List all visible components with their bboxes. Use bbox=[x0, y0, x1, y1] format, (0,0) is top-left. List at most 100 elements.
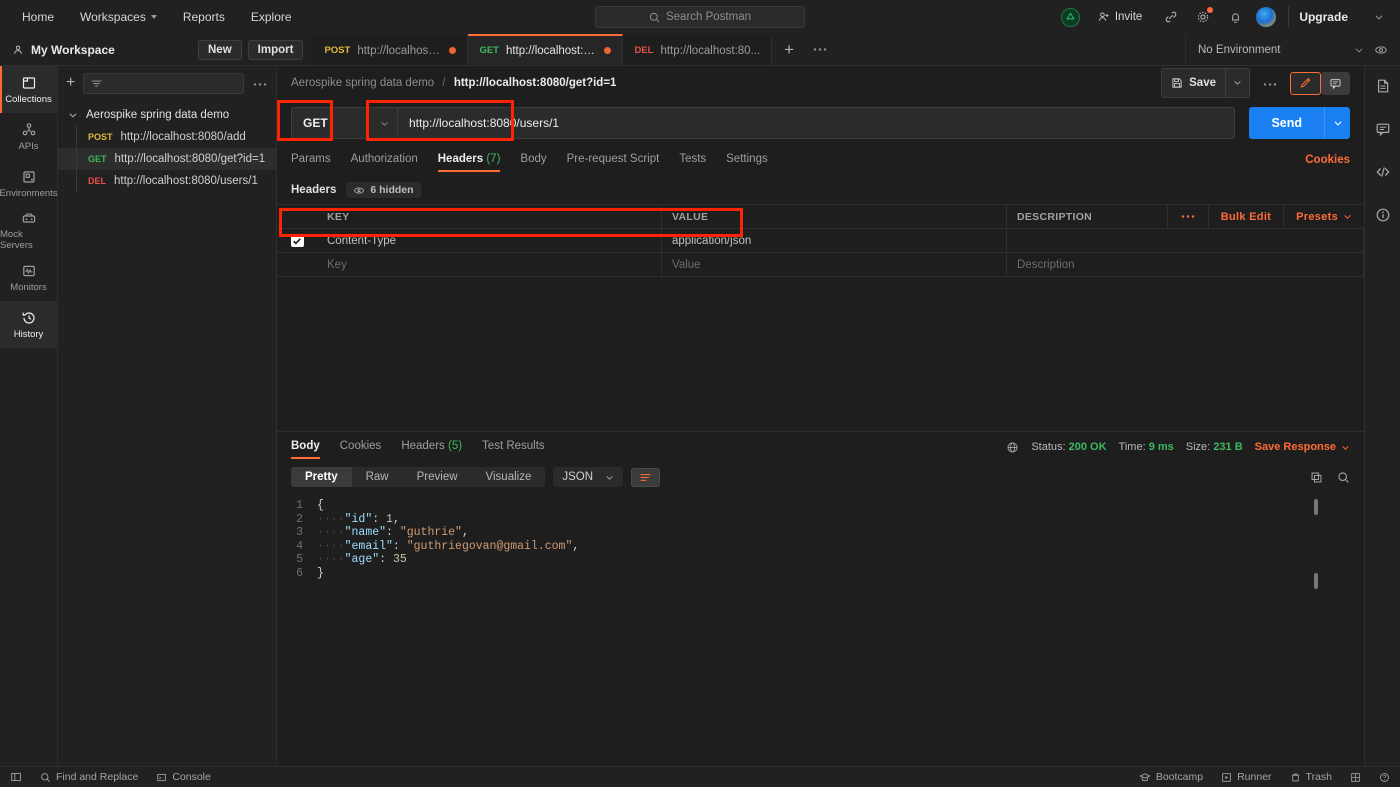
view-mode-pretty[interactable]: Pretty bbox=[291, 467, 352, 487]
info-icon[interactable] bbox=[1375, 207, 1391, 228]
sidebar-toggle-button[interactable] bbox=[10, 771, 22, 783]
cookies-link[interactable]: Cookies bbox=[1305, 154, 1350, 166]
save-response-button[interactable]: Save Response bbox=[1255, 441, 1350, 453]
sidebar-request-post[interactable]: POST http://localhost:8080/add bbox=[58, 126, 276, 148]
sync-icon[interactable] bbox=[1060, 7, 1080, 27]
request-tab-get[interactable]: GET http://localhost:80... bbox=[468, 34, 624, 65]
save-dropdown-button[interactable] bbox=[1226, 68, 1250, 98]
nav-item-explore[interactable]: Explore bbox=[239, 5, 304, 29]
row-description[interactable] bbox=[1007, 229, 1364, 252]
layout-toggle-button[interactable] bbox=[1350, 772, 1361, 783]
response-tab-cookies[interactable]: Cookies bbox=[340, 435, 382, 459]
row-value-placeholder[interactable]: Value bbox=[662, 253, 1007, 276]
row-description-placeholder[interactable]: Description bbox=[1007, 253, 1364, 276]
nav-item-workspaces[interactable]: Workspaces bbox=[68, 5, 169, 29]
edit-mode-button[interactable] bbox=[1290, 71, 1321, 95]
environment-selector[interactable]: No Environment bbox=[1185, 34, 1400, 65]
add-collection-button[interactable]: + bbox=[66, 75, 75, 91]
link-icon[interactable] bbox=[1160, 6, 1182, 28]
rail-item-environments[interactable]: Environments bbox=[0, 160, 58, 207]
sidebar-request-del[interactable]: DEL http://localhost:8080/users/1 bbox=[58, 170, 276, 192]
method-selector[interactable]: GET bbox=[291, 107, 371, 139]
row-value[interactable]: application/json bbox=[662, 229, 1007, 252]
eye-icon[interactable] bbox=[1374, 43, 1388, 57]
scrollbar-thumb[interactable] bbox=[1314, 573, 1318, 589]
rail-item-mock-servers[interactable]: Mock Servers bbox=[0, 207, 57, 254]
hidden-headers-toggle[interactable]: 6 hidden bbox=[346, 182, 421, 198]
view-mode-raw[interactable]: Raw bbox=[352, 467, 403, 487]
tab-params[interactable]: Params bbox=[291, 148, 331, 172]
request-tab-del[interactable]: DEL http://localhost:80... bbox=[623, 34, 773, 65]
tab-body[interactable]: Body bbox=[520, 148, 546, 172]
tab-tests[interactable]: Tests bbox=[679, 148, 706, 172]
bell-icon[interactable] bbox=[1224, 6, 1246, 28]
row-key-placeholder[interactable]: Key bbox=[317, 253, 662, 276]
sidebar-filter-input[interactable] bbox=[83, 72, 244, 94]
row-checkbox[interactable] bbox=[277, 229, 317, 252]
runner-button[interactable]: Runner bbox=[1221, 771, 1272, 783]
send-dropdown-button[interactable] bbox=[1324, 107, 1350, 139]
request-tab-post[interactable]: POST http://localhost:8... bbox=[313, 34, 469, 65]
search-icon[interactable] bbox=[1337, 471, 1350, 484]
rail-item-apis[interactable]: APIs bbox=[0, 113, 57, 160]
presets-button[interactable]: Presets bbox=[1283, 205, 1364, 228]
url-input[interactable]: http://localhost:8080/users/1 bbox=[397, 107, 1236, 139]
view-mode-visualize[interactable]: Visualize bbox=[472, 467, 546, 487]
documentation-icon[interactable] bbox=[1375, 78, 1391, 99]
upgrade-button[interactable]: Upgrade bbox=[1288, 6, 1358, 28]
search-input[interactable]: Search Postman bbox=[595, 6, 805, 28]
collection-node[interactable]: Aerospike spring data demo bbox=[58, 104, 276, 126]
invite-button[interactable]: Invite bbox=[1090, 7, 1151, 27]
request-more-icon[interactable] bbox=[1258, 74, 1282, 92]
code-icon[interactable] bbox=[1375, 164, 1391, 185]
save-button[interactable]: Save bbox=[1161, 68, 1226, 98]
unsaved-dot-icon bbox=[604, 47, 612, 54]
bootcamp-button[interactable]: Bootcamp bbox=[1139, 771, 1203, 783]
new-tab-button[interactable]: + bbox=[772, 34, 806, 65]
view-mode-preview[interactable]: Preview bbox=[403, 467, 472, 487]
response-tab-headers[interactable]: Headers (5) bbox=[401, 435, 462, 459]
copy-icon[interactable] bbox=[1310, 471, 1323, 484]
eye-icon bbox=[354, 187, 365, 193]
row-checkbox[interactable] bbox=[277, 253, 317, 276]
rail-item-history[interactable]: History bbox=[0, 301, 57, 348]
table-row-placeholder[interactable]: Key Value Description bbox=[277, 253, 1364, 277]
response-tab-test-results[interactable]: Test Results bbox=[482, 435, 545, 459]
send-button[interactable]: Send bbox=[1249, 107, 1324, 139]
rail-item-collections[interactable]: Collections bbox=[0, 66, 57, 113]
trash-button[interactable]: Trash bbox=[1290, 771, 1332, 783]
nav-item-home[interactable]: Home bbox=[10, 5, 66, 29]
avatar[interactable] bbox=[1256, 7, 1277, 27]
sidebar-request-get[interactable]: GET http://localhost:8080/get?id=1 bbox=[58, 148, 276, 170]
bulk-edit-button[interactable]: Bulk Edit bbox=[1207, 205, 1283, 228]
gear-icon[interactable] bbox=[1192, 6, 1214, 28]
response-body-code[interactable]: 1{2 ····"id": 1, 3 ····"name": "guthrie", 4 ·… bbox=[277, 493, 1364, 589]
method-dropdown-button[interactable] bbox=[371, 107, 397, 139]
breadcrumb-collection[interactable]: Aerospike spring data demo bbox=[291, 77, 434, 89]
row-key[interactable]: Content-Type bbox=[317, 229, 662, 252]
tab-settings[interactable]: Settings bbox=[726, 148, 768, 172]
tab-headers[interactable]: Headers (7) bbox=[437, 148, 500, 172]
table-more-icon[interactable] bbox=[1166, 205, 1208, 228]
tab-options-icon[interactable] bbox=[806, 34, 834, 65]
response-tab-body[interactable]: Body bbox=[291, 435, 320, 459]
console-button[interactable]: Console bbox=[156, 771, 211, 783]
rail-item-monitors[interactable]: Monitors bbox=[0, 254, 57, 301]
nav-item-reports[interactable]: Reports bbox=[171, 5, 237, 29]
find-and-replace-button[interactable]: Find and Replace bbox=[40, 771, 138, 783]
help-button[interactable] bbox=[1379, 772, 1390, 783]
comment-icon[interactable] bbox=[1375, 121, 1391, 142]
chevron-down-icon[interactable] bbox=[1368, 6, 1390, 28]
sidebar-more-icon[interactable] bbox=[252, 74, 268, 92]
import-button[interactable]: Import bbox=[247, 39, 304, 60]
tab-authorization[interactable]: Authorization bbox=[351, 148, 418, 172]
new-button[interactable]: New bbox=[198, 39, 242, 60]
comment-mode-button[interactable] bbox=[1321, 71, 1350, 95]
format-selector[interactable]: JSON bbox=[553, 467, 624, 487]
table-row[interactable]: Content-Type application/json bbox=[277, 229, 1364, 253]
scrollbar-thumb[interactable] bbox=[1314, 499, 1318, 515]
workspace-name[interactable]: My Workspace bbox=[0, 34, 198, 65]
tab-pre-request-script[interactable]: Pre-request Script bbox=[567, 148, 660, 172]
code-scrollbar[interactable] bbox=[1314, 499, 1318, 589]
wrap-lines-button[interactable] bbox=[631, 467, 661, 487]
